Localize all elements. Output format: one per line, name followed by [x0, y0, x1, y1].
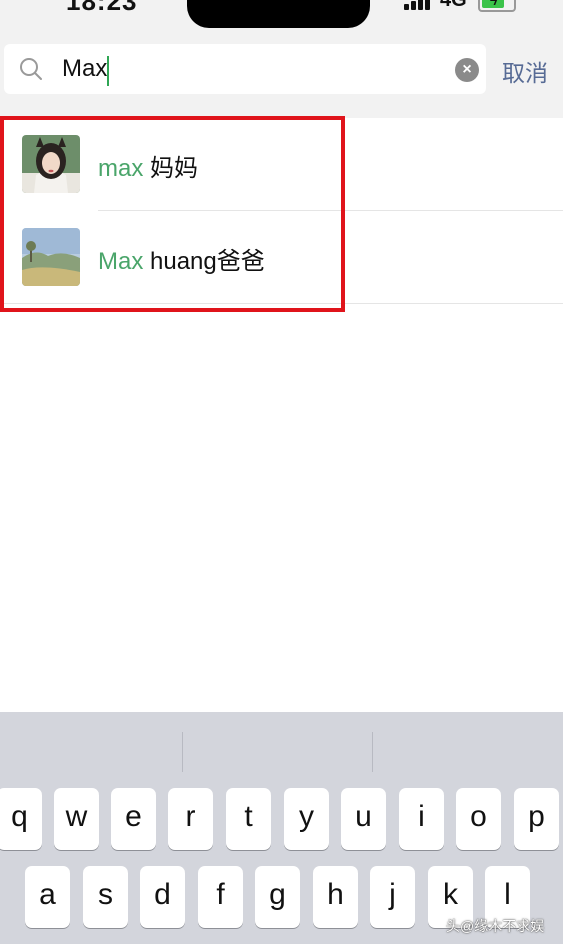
key-e[interactable]: e — [111, 788, 156, 850]
key-r[interactable]: r — [168, 788, 213, 850]
network-type: 4G — [440, 0, 467, 11]
key-y[interactable]: y — [284, 788, 329, 850]
search-box[interactable]: × — [4, 44, 486, 94]
dynamic-island — [187, 0, 370, 28]
suggestion-divider — [372, 732, 373, 772]
key-s[interactable]: s — [83, 866, 128, 928]
battery-icon: ϟ — [478, 0, 516, 12]
key-h[interactable]: h — [313, 866, 358, 928]
key-o[interactable]: o — [456, 788, 501, 850]
clear-button[interactable]: × — [455, 58, 479, 82]
key-u[interactable]: u — [341, 788, 386, 850]
key-i[interactable]: i — [399, 788, 444, 850]
status-bar: 18:23 4G ϟ — [0, 0, 563, 38]
signal-icon — [404, 0, 434, 10]
key-f[interactable]: f — [198, 866, 243, 928]
search-icon — [20, 58, 42, 80]
key-a[interactable]: a — [25, 866, 70, 928]
key-d[interactable]: d — [140, 866, 185, 928]
suggestion-divider — [182, 732, 183, 772]
highlight-box — [0, 116, 345, 312]
search-bar: × 取消 — [0, 38, 563, 118]
key-g[interactable]: g — [255, 866, 300, 928]
key-q[interactable]: q — [0, 788, 42, 850]
cancel-button[interactable]: 取消 — [502, 54, 548, 88]
status-time: 18:23 — [66, 0, 138, 16]
key-t[interactable]: t — [226, 788, 271, 850]
key-j[interactable]: j — [370, 866, 415, 928]
key-p[interactable]: p — [514, 788, 559, 850]
text-cursor — [107, 56, 109, 86]
watermark: 头@缘木不求娱 — [446, 918, 545, 934]
close-icon: × — [462, 61, 472, 78]
search-input[interactable] — [62, 52, 442, 86]
key-w[interactable]: w — [54, 788, 99, 850]
